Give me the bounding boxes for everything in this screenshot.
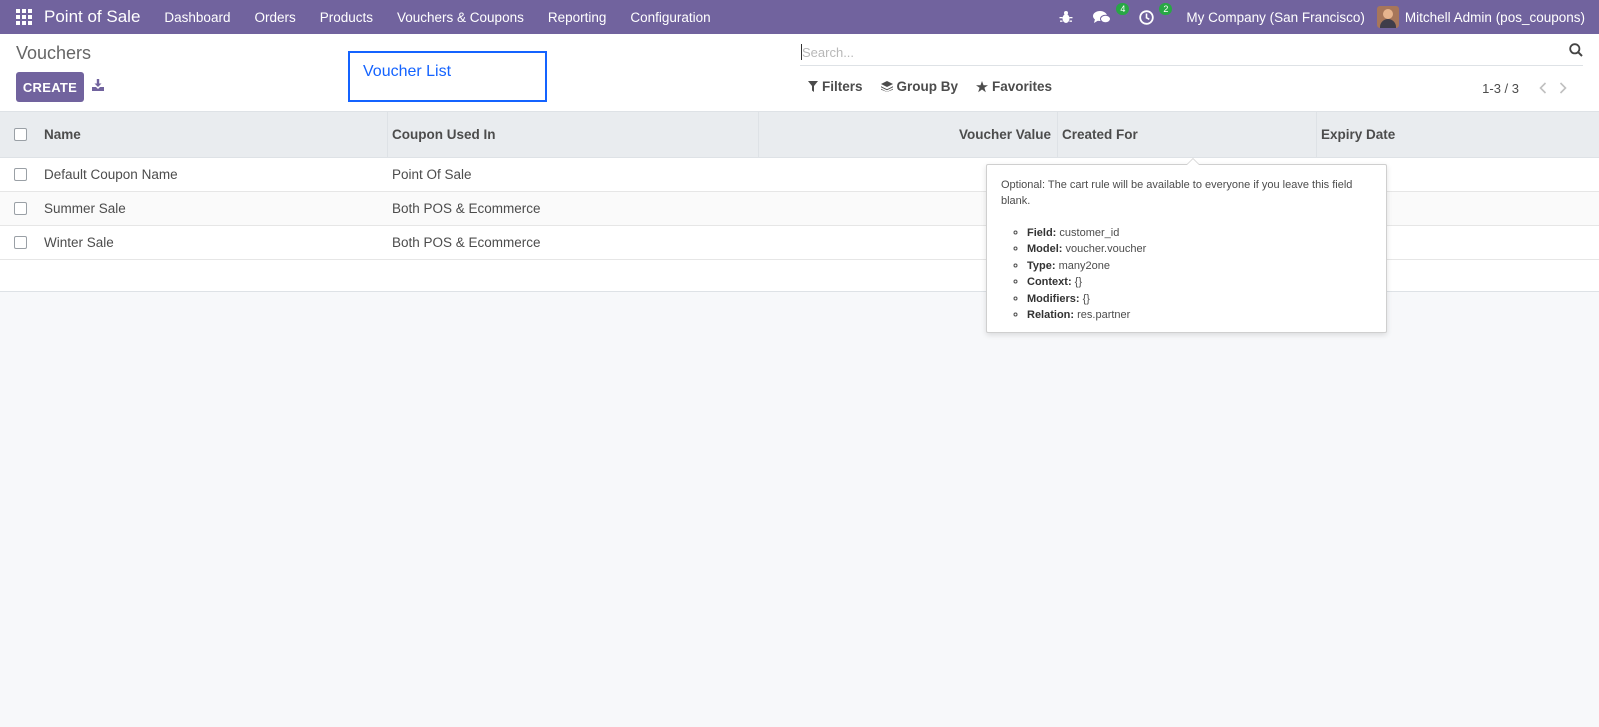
search-bar[interactable]	[800, 40, 1583, 66]
tooltip-label: Relation:	[1027, 309, 1075, 322]
tooltip-item-modifiers: Modifiers: {}	[1027, 291, 1372, 307]
groupby-toggle[interactable]: Group By	[880, 79, 959, 94]
field-help-tooltip: Optional: The cart rule will be availabl…	[986, 158, 1387, 333]
row-checkbox[interactable]	[13, 202, 27, 215]
menu-item-dashboard[interactable]: Dashboard	[152, 0, 242, 34]
tooltip-item-model: Model: voucher.voucher	[1027, 241, 1372, 257]
search-options: Filters Group By Favorites	[808, 79, 1070, 94]
tooltip-help-text: Optional: The cart rule will be availabl…	[1001, 179, 1353, 207]
create-button[interactable]: CREATE	[16, 72, 84, 102]
user-name: Mitchell Admin (pos_coupons)	[1404, 9, 1585, 25]
cell-coupon-used-in: Point Of Sale	[392, 167, 472, 182]
column-header-voucher-value[interactable]: Voucher Value	[759, 112, 1058, 157]
column-header-expiry-date[interactable]: Expiry Date	[1317, 112, 1599, 157]
row-select-cell	[0, 192, 40, 225]
tooltip-value: res.partner	[1077, 309, 1131, 322]
user-menu[interactable]: Mitchell Admin (pos_coupons)	[1376, 6, 1599, 28]
activities-clock-icon[interactable]: 2	[1129, 0, 1173, 34]
tooltip-value: {}	[1074, 276, 1083, 289]
systray: 4 2 My Company (San Francisco) Mitchell …	[1049, 0, 1599, 34]
layers-icon	[880, 81, 893, 92]
cell-name: Winter Sale	[44, 235, 114, 250]
star-icon	[976, 80, 989, 92]
tooltip-label: Type:	[1027, 259, 1056, 272]
avatar	[1376, 6, 1399, 28]
activities-badge: 2	[1159, 3, 1173, 15]
pager: 1-3 / 3	[1482, 78, 1573, 98]
favorites-label: Favorites	[992, 79, 1053, 94]
debug-bug-icon[interactable]	[1049, 0, 1083, 34]
top-navbar: Point of Sale Dashboard Orders Products …	[0, 0, 1599, 34]
menu-item-products[interactable]: Products	[308, 0, 385, 34]
tooltip-value: voucher.voucher	[1065, 243, 1147, 256]
column-header-name[interactable]: Name	[40, 112, 388, 157]
filters-toggle[interactable]: Filters	[808, 79, 863, 94]
column-header-created-for[interactable]: Created For	[1058, 112, 1317, 157]
tooltip-field-details: Field: customer_id Model: voucher.vouche…	[1001, 225, 1372, 323]
messages-badge: 4	[1116, 3, 1130, 15]
groupby-label: Group By	[896, 79, 959, 94]
cell-name: Default Coupon Name	[44, 167, 178, 182]
menu-item-reporting[interactable]: Reporting	[536, 0, 619, 34]
page-title: Vouchers	[16, 43, 92, 63]
text-cursor	[801, 44, 802, 60]
row-checkbox[interactable]	[13, 236, 27, 249]
tooltip-label: Modifiers:	[1027, 292, 1080, 305]
voucher-list-annotation: Voucher List	[348, 51, 547, 102]
search-icon[interactable]	[1569, 43, 1583, 62]
control-panel: Vouchers CREATE Voucher List Filters Gro…	[0, 34, 1599, 112]
tooltip-item-context: Context: {}	[1027, 274, 1372, 290]
tooltip-value: {}	[1082, 292, 1090, 305]
menu-item-configuration[interactable]: Configuration	[618, 0, 722, 34]
tooltip-item-field: Field: customer_id	[1027, 225, 1372, 241]
table-header: Name Coupon Used In Voucher Value Create…	[0, 112, 1599, 158]
cell-name: Summer Sale	[44, 201, 126, 216]
row-checkbox[interactable]	[13, 168, 27, 181]
tooltip-item-relation: Relation: res.partner	[1027, 307, 1372, 323]
tooltip-item-type: Type: many2one	[1027, 258, 1372, 274]
app-name[interactable]: Point of Sale	[44, 7, 140, 27]
filter-icon	[808, 81, 818, 92]
pager-previous-icon[interactable]	[1533, 78, 1553, 98]
favorites-toggle[interactable]: Favorites	[976, 79, 1052, 94]
tooltip-label: Field:	[1027, 227, 1057, 239]
cell-coupon-used-in: Both POS & Ecommerce	[392, 235, 541, 250]
pager-next-icon[interactable]	[1553, 78, 1573, 98]
pager-value[interactable]: 1-3 / 3	[1482, 81, 1519, 96]
select-all-cell	[0, 112, 40, 157]
tooltip-label: Context:	[1027, 276, 1072, 289]
tooltip-value: customer_id	[1059, 227, 1120, 239]
column-header-coupon-used-in[interactable]: Coupon Used In	[388, 112, 759, 157]
menu-item-vouchers-coupons[interactable]: Vouchers & Coupons	[385, 0, 536, 34]
main-menu: Dashboard Orders Products Vouchers & Cou…	[152, 0, 722, 34]
apps-menu-icon[interactable]	[7, 0, 41, 34]
row-select-cell	[0, 226, 40, 259]
cell-coupon-used-in: Both POS & Ecommerce	[392, 201, 541, 216]
tooltip-label: Model:	[1027, 243, 1063, 256]
filters-label: Filters	[822, 79, 863, 94]
search-input[interactable]	[800, 40, 1540, 64]
company-switcher[interactable]: My Company (San Francisco)	[1172, 10, 1377, 25]
row-select-cell	[0, 158, 40, 191]
select-all-checkbox[interactable]	[13, 128, 27, 141]
messages-chat-icon[interactable]: 4	[1083, 0, 1130, 34]
tooltip-value: many2one	[1058, 259, 1110, 272]
download-icon[interactable]	[92, 78, 108, 94]
menu-item-orders[interactable]: Orders	[242, 0, 307, 34]
annotation-label: Voucher List	[363, 63, 452, 80]
